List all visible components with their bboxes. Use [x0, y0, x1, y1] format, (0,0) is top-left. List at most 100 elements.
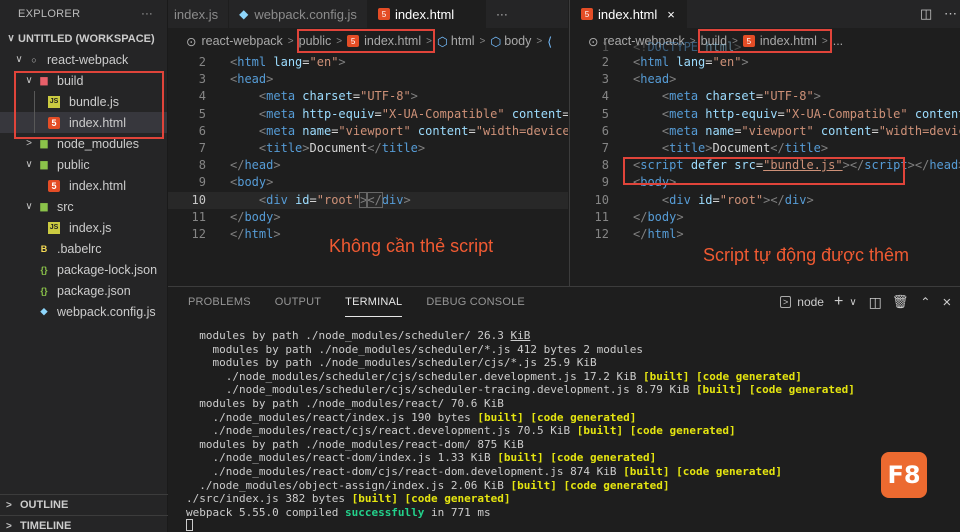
chevron-right-icon: > — [26, 138, 32, 149]
tab-output[interactable]: OUTPUT — [275, 287, 321, 317]
add-terminal-icon[interactable]: + — [834, 293, 843, 311]
chevron-down-icon[interactable]: ∨ — [849, 297, 856, 308]
outline-label: OUTLINE — [20, 499, 69, 511]
file-tree-item[interactable]: JS index.js — [0, 217, 167, 238]
tab-webpack-config[interactable]: ◆ webpack.config.js — [229, 0, 368, 28]
code-line: 8 <script defer src="bundle.js"></script>… — [601, 158, 960, 173]
terminal-line: modules by path ./node_modules/scheduler… — [186, 356, 597, 370]
tab-problems[interactable]: PROBLEMS — [188, 287, 251, 317]
chevron-down-icon: ∨ — [7, 33, 15, 44]
code-line: 4 <meta charset="UTF-8"> — [198, 89, 418, 104]
chevron-right-icon: > — [426, 35, 432, 47]
breadcrumb-item[interactable]: html — [451, 34, 475, 48]
repo-icon: ○ — [31, 54, 37, 65]
chevron-down-icon: ∨ — [25, 159, 33, 170]
terminal-output[interactable]: modules by path ./node_modules/scheduler… — [186, 329, 855, 532]
file-tree-item[interactable]: ∨ ▆ src — [0, 196, 167, 217]
json-file-icon: {} — [40, 285, 48, 296]
code-line: 2 <html lang="en"> — [198, 55, 346, 69]
breadcrumb-item[interactable]: ⟨ — [547, 34, 552, 49]
js-file-icon: JS — [48, 95, 60, 108]
code-line: 5 <meta http-equiv="X-UA-Compatible" con… — [198, 106, 568, 121]
terminal-icon: > — [780, 296, 792, 308]
close-icon[interactable]: × — [942, 294, 951, 311]
outline-section[interactable]: > OUTLINE — [0, 494, 168, 515]
chevron-right-icon: > — [336, 35, 343, 47]
code-line: 12 </html> — [594, 226, 684, 241]
timeline-section[interactable]: > TIMELINE — [0, 515, 168, 532]
terminal-line: ./node_modules/react/index.js 190 bytes … — [186, 410, 637, 424]
tab-debug-console[interactable]: DEBUG CONSOLE — [426, 287, 525, 317]
file-tree-item[interactable]: ∨ ▆ public — [0, 154, 167, 175]
file-tree-item[interactable]: B .babelrc — [0, 238, 167, 259]
breadcrumb-item[interactable]: react-webpack — [201, 34, 282, 48]
code-line: 2 <html lang="en"> — [601, 55, 749, 69]
more-actions-icon[interactable]: ··· — [496, 7, 508, 21]
breadcrumb-item[interactable]: public — [299, 34, 332, 48]
code-editor-right[interactable]: 1 <!DOCTYPE html> 2 <html lang="en"> 3 <hea… — [571, 40, 960, 250]
chevron-up-icon[interactable]: ⌃ — [920, 295, 930, 309]
code-line: 9 <body> — [198, 175, 274, 190]
file-tree-label: index.js — [69, 220, 112, 235]
terminal-line: ./node_modules/react/cjs/react.developme… — [186, 424, 736, 438]
terminal-line: ./node_modules/scheduler/cjs/scheduler.d… — [186, 369, 802, 383]
chevron-down-icon: ∨ — [25, 75, 33, 86]
terminal-cursor — [186, 519, 855, 532]
tab-index-js[interactable]: index.js — [168, 0, 230, 28]
terminal-line: modules by path ./node_modules/scheduler… — [186, 329, 531, 342]
file-tree-item[interactable]: > ▆ node_modules — [0, 133, 167, 154]
tab-index-html-public[interactable]: 5 index.html — [367, 0, 486, 28]
chevron-right-icon: > — [287, 35, 294, 47]
terminal-line: modules by path ./node_modules/react-dom… — [186, 437, 524, 451]
html-file-icon: 5 — [48, 116, 60, 129]
explorer-title: EXPLORER — [18, 8, 81, 20]
breadcrumb-item[interactable]: body — [504, 34, 531, 48]
editor-divider[interactable] — [569, 0, 570, 286]
html-file-icon: 5 — [377, 8, 390, 20]
split-terminal-icon[interactable]: ◫ — [869, 294, 882, 311]
shell-name[interactable]: node — [797, 295, 824, 309]
babel-icon: B — [40, 243, 48, 254]
terminal-line: ./node_modules/object-assign/index.js 2.… — [186, 478, 670, 492]
more-actions-icon[interactable]: ··· — [141, 8, 153, 20]
file-tree-label: src — [57, 199, 74, 214]
breadcrumb-item[interactable]: index.html — [364, 34, 421, 48]
code-line: 7 <title>Document</title> — [198, 140, 426, 155]
tab-index-html-build[interactable]: 5 index.html × — [571, 0, 687, 28]
html-file-icon: 5 — [347, 35, 360, 47]
workspace-header[interactable]: ∨ UNTITLED (WORKSPACE) — [0, 28, 167, 49]
terminal-line: modules by path ./node_modules/react/ 70… — [186, 396, 504, 410]
bottom-panel: PROBLEMS OUTPUT TERMINAL DEBUG CONSOLE >… — [168, 286, 960, 532]
chevron-right-icon: > — [536, 35, 543, 47]
file-tree-item[interactable]: ∨ ○ react-webpack — [0, 49, 167, 70]
right-tab-bar: 5 index.html × ◫ ⋯ — [571, 0, 960, 28]
close-icon[interactable]: × — [667, 7, 675, 22]
chevron-right-icon: > — [6, 520, 12, 532]
annotation-script-added: Script tự động được thêm — [703, 245, 909, 265]
folder-icon: ▆ — [40, 75, 48, 85]
file-tree-item[interactable]: ◆ webpack.config.js — [0, 301, 167, 322]
terminal-line: ./node_modules/scheduler/cjs/scheduler-t… — [186, 383, 855, 397]
file-tree-item[interactable]: ∨ ▆ build — [0, 70, 167, 91]
f8-logo: F8 — [881, 452, 927, 498]
more-actions-icon[interactable]: ⋯ — [944, 6, 957, 22]
file-tree-label: webpack.config.js — [57, 304, 156, 319]
code-line: 6 <meta name="viewport" content="width=d… — [198, 123, 568, 138]
webpack-icon: ◆ — [40, 306, 48, 316]
split-editor-icon[interactable]: ◫ — [920, 6, 932, 22]
file-tree-item[interactable]: {} package.json — [0, 280, 167, 301]
code-line: 10 <div id="root"></div> — [594, 192, 814, 207]
explorer-header: EXPLORER ··· — [0, 0, 167, 28]
file-tree-item[interactable]: {} package-lock.json — [0, 259, 167, 280]
symbol-icon: ⬡ — [436, 34, 448, 49]
chevron-right-icon: > — [6, 499, 12, 511]
file-tree-item[interactable]: 5 index.html — [0, 175, 167, 196]
code-line: 11 </body> — [594, 209, 684, 224]
tab-terminal[interactable]: TERMINAL — [345, 287, 403, 317]
trash-icon[interactable]: 🗑 — [892, 294, 909, 310]
code-line: 11 </body> — [191, 209, 281, 224]
folder-icon: ▆ — [40, 159, 48, 169]
code-line: 5 <meta http-equiv="X-UA-Compatible" con… — [601, 106, 960, 121]
file-tree-item[interactable]: 5 index.html — [0, 112, 167, 133]
file-tree-item[interactable]: JS bundle.js — [0, 91, 167, 112]
